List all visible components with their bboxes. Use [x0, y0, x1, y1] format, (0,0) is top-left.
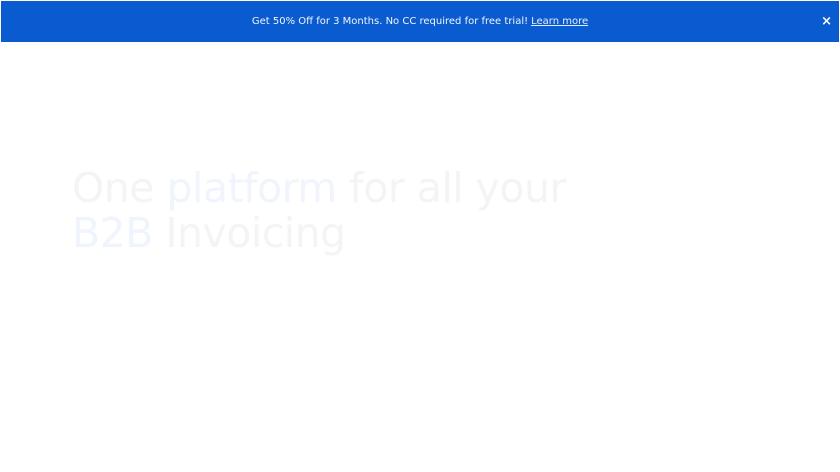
close-icon[interactable]: × — [821, 14, 832, 30]
hero-highlight: B2B — [72, 209, 153, 257]
promo-banner: Get 50% Off for 3 Months. No CC required… — [1, 1, 839, 42]
hero-word: One — [72, 164, 154, 212]
hero-word: Invoicing — [165, 209, 346, 257]
promo-text: Get 50% Off for 3 Months. No CC required… — [251, 16, 529, 27]
learn-more-link[interactable]: Learn more — [531, 16, 588, 27]
hero-highlight: platform — [166, 164, 338, 212]
hero-heading: One platform for all your B2B Invoicing — [72, 166, 566, 256]
hero-word: for all your — [349, 164, 566, 212]
